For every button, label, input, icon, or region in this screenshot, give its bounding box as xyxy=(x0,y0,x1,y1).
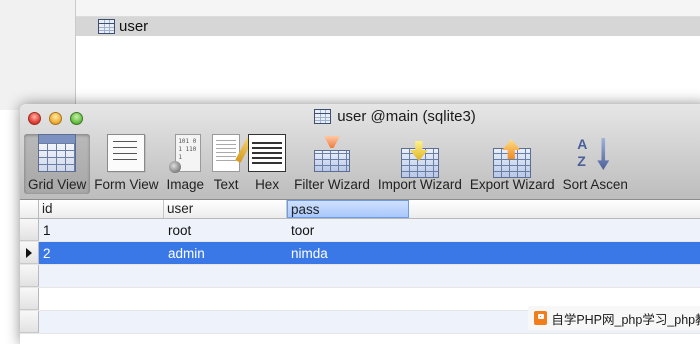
sort-ascending-label: Sort Ascen xyxy=(562,177,628,192)
form-view-icon xyxy=(107,134,146,172)
text-button[interactable]: Text xyxy=(208,134,244,194)
filter-wizard-icon xyxy=(313,136,350,172)
grid-view-label: Grid View xyxy=(28,177,87,192)
background-table-item[interactable]: user xyxy=(76,17,700,36)
watermark-text: 自学PHP网_php学习_php教 xyxy=(551,312,700,327)
export-wizard-icon xyxy=(493,148,532,178)
sort-ascending-icon xyxy=(577,136,613,172)
hex-button[interactable]: Hex xyxy=(244,134,290,194)
table-row-selected[interactable]: 2 admin nimda xyxy=(20,242,700,265)
current-row-indicator[interactable] xyxy=(20,242,39,264)
row-header xyxy=(20,288,39,310)
import-wizard-button[interactable]: Import Wizard xyxy=(374,134,466,194)
sort-ascending-button[interactable]: Sort Ascen xyxy=(559,134,632,194)
image-icon xyxy=(169,134,202,173)
column-header-pass[interactable]: pass xyxy=(287,200,409,218)
import-wizard-label: Import Wizard xyxy=(377,177,462,192)
grid-view-icon xyxy=(38,134,77,172)
filter-wizard-button[interactable]: Filter Wizard xyxy=(290,134,374,194)
background-sidebar xyxy=(0,0,76,110)
window-title: user @main (sqlite3) xyxy=(337,108,476,125)
site-logo-icon xyxy=(534,311,548,325)
background-table-label: user xyxy=(119,18,149,35)
window-titlebar: user @main (sqlite3) Grid View Form View… xyxy=(20,104,700,200)
image-button[interactable]: Image xyxy=(163,134,209,194)
export-wizard-button[interactable]: Export Wizard xyxy=(466,134,559,194)
row-header xyxy=(20,265,39,287)
table-row[interactable]: 1 root toor xyxy=(20,219,700,242)
cell-id[interactable]: 1 xyxy=(39,223,164,238)
form-view-label: Form View xyxy=(94,177,159,192)
text-label: Text xyxy=(213,177,239,192)
cell-user[interactable]: admin xyxy=(164,246,287,261)
cell-pass[interactable]: toor xyxy=(287,223,409,238)
text-icon xyxy=(212,134,241,172)
export-wizard-label: Export Wizard xyxy=(469,177,555,192)
form-view-button[interactable]: Form View xyxy=(90,134,162,194)
table-icon xyxy=(314,109,332,124)
row-header[interactable] xyxy=(20,219,39,241)
hex-label: Hex xyxy=(255,177,280,192)
cell-pass[interactable]: nimda xyxy=(287,246,409,261)
cell-user[interactable]: root xyxy=(164,223,287,238)
grid-header: id user pass xyxy=(20,200,700,219)
site-watermark: 自学PHP网_php学习_php教 xyxy=(528,306,700,330)
grid-view-button[interactable]: Grid View xyxy=(24,134,91,194)
import-wizard-icon xyxy=(400,148,439,178)
empty-row xyxy=(20,265,700,288)
column-header-user[interactable]: user xyxy=(164,200,287,218)
filter-wizard-label: Filter Wizard xyxy=(294,177,370,192)
window-title-area: user @main (sqlite3) xyxy=(20,108,700,125)
image-label: Image xyxy=(166,177,205,192)
column-header-id[interactable]: id xyxy=(39,200,164,218)
background-top-row xyxy=(76,0,700,17)
cell-id[interactable]: 2 xyxy=(39,246,164,261)
toolbar: Grid View Form View Image Text Hex Filte… xyxy=(20,132,632,194)
row-header-corner xyxy=(20,200,39,218)
hex-icon xyxy=(248,134,287,172)
table-icon xyxy=(98,19,115,34)
